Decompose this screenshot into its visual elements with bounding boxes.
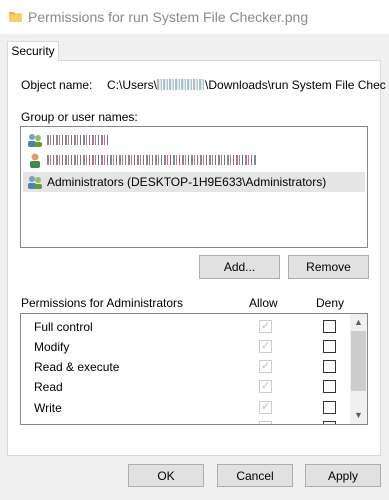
permission-row-read: Read ✓ — [21, 377, 351, 397]
object-name-label: Object name: — [21, 78, 93, 92]
permission-row-modify: Modify ✓ — [21, 337, 351, 357]
allow-checkbox: ✓ — [259, 401, 272, 414]
permission-name: Write — [34, 401, 62, 415]
user-group-icon — [28, 176, 42, 189]
user-row[interactable] — [23, 150, 365, 170]
scrollbar-thumb[interactable] — [351, 331, 366, 391]
deny-checkbox[interactable] — [323, 401, 336, 414]
deny-checkbox[interactable] — [323, 320, 336, 333]
allow-checkbox: ✓ — [259, 380, 272, 393]
title-bar: Permissions for run System File Checker.… — [0, 0, 389, 34]
group-user-names-label: Group or user names: — [21, 110, 138, 124]
remove-button[interactable]: Remove — [288, 255, 369, 279]
permission-name: Modify — [34, 340, 70, 354]
redacted-user-name — [47, 135, 109, 145]
security-panel: Object name: C:\Users\ \Downloads\run Sys… — [7, 60, 386, 456]
permission-name: Read — [34, 380, 63, 394]
redacted-username — [157, 79, 206, 90]
permission-name: Full control — [34, 320, 93, 334]
deny-checkbox[interactable] — [323, 380, 336, 393]
object-path-suffix: \Downloads\run System File Chec — [205, 78, 386, 92]
ok-button[interactable]: OK — [128, 464, 204, 487]
permissions-list[interactable]: Full control ✓ Modify ✓ Read & execute ✓… — [20, 313, 368, 425]
allow-checkbox: ✓ — [259, 360, 272, 373]
scroll-down-icon[interactable]: ▼ — [350, 407, 367, 424]
add-button[interactable]: Add... — [199, 255, 280, 279]
redacted-user-name — [47, 155, 257, 165]
tab-security[interactable]: Security — [7, 41, 59, 61]
deny-checkbox[interactable] — [323, 360, 336, 373]
user-name: Administrators (DESKTOP-1H9E633\Administ… — [47, 175, 327, 189]
check-icon: ✓ — [261, 340, 271, 352]
permission-row-partial — [21, 418, 351, 424]
object-name-value: C:\Users\ \Downloads\run System File Chec — [107, 78, 386, 92]
permission-name: Read & execute — [34, 360, 120, 374]
check-icon: ✓ — [261, 380, 271, 392]
permission-row-write: Write ✓ — [21, 398, 351, 418]
check-icon: ✓ — [261, 401, 271, 413]
user-row-administrators[interactable]: Administrators (DESKTOP-1H9E633\Administ… — [23, 172, 365, 192]
tab-strip: Security — [0, 34, 389, 61]
allow-column-header: Allow — [249, 296, 278, 310]
permission-row-read-execute: Read & execute ✓ — [21, 357, 351, 377]
check-icon: ✓ — [261, 320, 271, 332]
user-row[interactable] — [23, 130, 365, 150]
scrollbar[interactable]: ▲ ▼ — [350, 314, 367, 424]
user-icon — [30, 153, 40, 168]
apply-button[interactable]: Apply — [305, 464, 381, 487]
window-title: Permissions for run System File Checker.… — [28, 9, 309, 25]
allow-checkbox: ✓ — [259, 340, 272, 353]
permission-row-full-control: Full control ✓ — [21, 317, 351, 337]
deny-checkbox[interactable] — [323, 340, 336, 353]
object-path-prefix: C:\Users\ — [107, 78, 158, 92]
cancel-button[interactable]: Cancel — [217, 464, 293, 487]
allow-checkbox — [259, 421, 272, 424]
scroll-up-icon[interactable]: ▲ — [350, 314, 367, 331]
allow-checkbox: ✓ — [259, 320, 272, 333]
check-icon: ✓ — [261, 360, 271, 372]
user-group-icon — [28, 134, 42, 147]
folder-icon — [9, 12, 22, 22]
deny-column-header: Deny — [316, 296, 345, 310]
permissions-header: Permissions for Administrators — [21, 296, 184, 310]
deny-checkbox[interactable] — [323, 421, 336, 424]
user-list[interactable]: Administrators (DESKTOP-1H9E633\Administ… — [20, 126, 368, 248]
